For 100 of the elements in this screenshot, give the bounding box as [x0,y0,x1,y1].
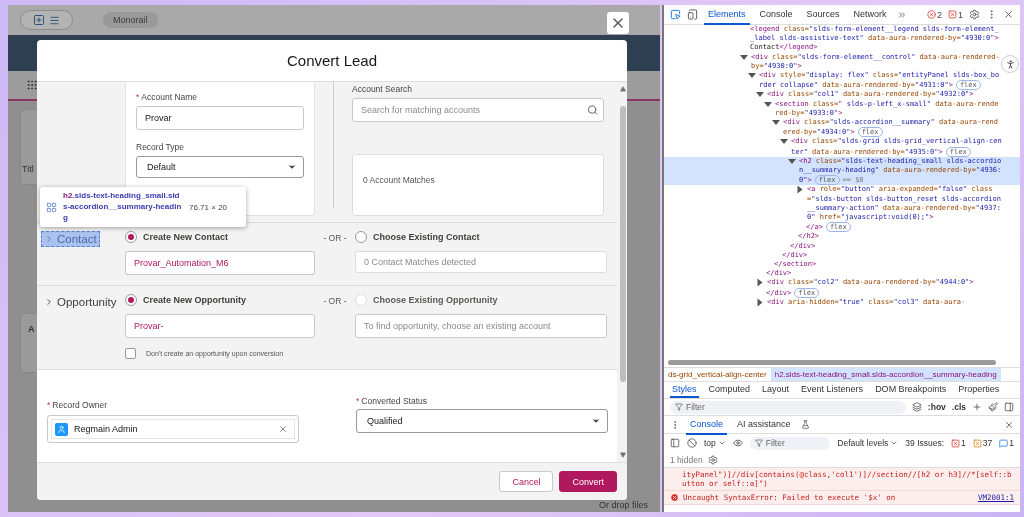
accessibility-button[interactable] [1001,55,1019,73]
or-divider-text: - OR - [322,296,348,306]
expand-arrow-icon[interactable] [764,101,772,107]
styles-tab[interactable]: Computed [706,382,753,398]
dialog-title: Convert Lead [286,52,378,69]
user-icon [55,422,68,436]
context-select[interactable]: top [704,438,726,448]
dropdown-caret-icon [717,439,726,447]
add-icon[interactable] [972,402,982,412]
field-label: Titl [22,164,34,174]
account-name-field[interactable]: Provar [136,106,304,130]
filter-icon [675,403,683,411]
levels-select[interactable]: Default levels [837,438,899,448]
expand-arrow-icon[interactable] [780,139,788,145]
owner-name: Regmain Admin [74,424,139,434]
info-icon [999,438,1009,448]
radio-button[interactable] [125,294,137,306]
expand-arrow-icon[interactable] [788,158,796,164]
settings-icon[interactable] [707,454,718,465]
radio-label: Choose Existing Opportunity [373,295,498,305]
styles-tool[interactable]: :hov [927,402,946,412]
expand-arrow-icon[interactable] [797,185,803,194]
devtools-tab[interactable]: Elements [704,4,750,25]
matches-field: 0 Contact Matches detected [355,251,607,273]
radio-label: Create New Opportunity [143,295,246,305]
scroll-down-icon[interactable] [619,452,626,458]
person-icon [1004,58,1016,70]
devtools-tab[interactable]: Sources [802,4,844,25]
app-launcher-button[interactable] [20,10,73,30]
field-label: * Record Owner [47,400,108,410]
console-filter-field[interactable]: Filter [749,436,831,450]
issue-count[interactable]: 37 [972,438,993,448]
styles-tool[interactable]: .cls [951,402,966,412]
matches-text: 0 Account Matches [363,175,435,185]
warning-icon [972,438,982,448]
dropdown-caret-icon [890,439,899,447]
breadcrumb[interactable]: ds-grid_vertical-align-center [664,368,771,381]
search-icon[interactable] [587,104,598,116]
scroll-up-icon[interactable] [619,86,626,92]
account-search-field[interactable]: Search for matching accounts [352,98,604,122]
radio-button[interactable] [355,231,367,243]
clear-icon[interactable] [278,424,288,434]
devtools-tab[interactable]: Network [849,4,891,25]
field-label: Account Search [352,84,413,94]
or-divider-text: - OR - [322,233,348,243]
clear-console-icon[interactable] [687,438,697,448]
sidebar-icon[interactable] [1004,402,1014,412]
menu-icon [49,14,60,26]
issue-count[interactable]: 1 [999,438,1014,448]
paint-icon[interactable] [988,402,998,412]
record-owner-field[interactable]: Regmain Admin [47,415,299,443]
device-icon[interactable] [687,9,698,20]
expand-arrow-icon[interactable] [756,92,764,98]
styles-tab[interactable]: Event Listeners [799,382,866,398]
close-icon[interactable] [1004,419,1014,430]
devtools-tab[interactable]: Console [755,4,797,25]
error-icon [670,493,679,502]
grid-layout-icon [46,201,57,213]
convert-button[interactable]: Convert [559,471,617,492]
converted-status-select[interactable]: Qualified [356,409,608,433]
settings-icon[interactable] [969,9,980,20]
radio-button[interactable] [125,231,137,243]
close-button[interactable] [607,12,629,34]
plus-square-icon [33,14,45,26]
drawer-tab[interactable]: AI assistance [733,414,795,435]
field-label: * Account Name [136,92,199,102]
inspect-icon[interactable] [670,9,681,20]
styles-tab[interactable]: Properties [956,382,1002,398]
close-icon[interactable] [1003,9,1014,20]
cancel-button[interactable]: Cancel [499,471,554,492]
expand-arrow-icon[interactable] [757,298,763,307]
styles-filter-field[interactable]: Filter [670,400,906,414]
filter-icon [754,439,763,447]
tab-label[interactable]: A [22,324,35,334]
expand-arrow-icon[interactable] [772,120,780,126]
expand-arrow-icon[interactable] [748,73,756,78]
name-input-field[interactable]: Provar- [125,314,315,338]
error-count[interactable]: 2 [926,9,942,20]
styles-tab[interactable]: Styles [670,382,699,398]
sidebar-icon[interactable] [670,438,680,448]
layers-icon[interactable] [911,402,922,412]
app-grid-icon[interactable] [26,79,38,91]
eye-icon[interactable] [732,438,743,448]
breadcrumb[interactable]: h2.slds-text-heading_small.slds-accordion__summary-heading [770,368,1001,381]
expand-arrow-icon[interactable] [757,279,763,287]
drawer-tab[interactable]: Console [686,414,728,435]
section-toggle[interactable]: Opportunity [41,294,120,310]
warning-count[interactable]: 1 [948,9,963,20]
styles-tab[interactable]: Layout [760,382,792,398]
dropdown-caret-icon [591,416,601,426]
expand-arrow-icon[interactable] [740,54,748,60]
issues-label: 39 Issues: [905,438,945,448]
styles-tab[interactable]: DOM Breakpoints [873,382,949,398]
record-type-select[interactable]: Default [136,156,304,178]
name-input-field[interactable]: Provar_Automation_M6 [125,251,315,275]
field-label: * Converted Status [356,396,428,406]
org-pill: Monorail [103,12,158,28]
issue-count[interactable]: 1 [951,438,966,448]
chevron-right-icon [44,234,54,244]
checkbox[interactable] [125,348,136,359]
